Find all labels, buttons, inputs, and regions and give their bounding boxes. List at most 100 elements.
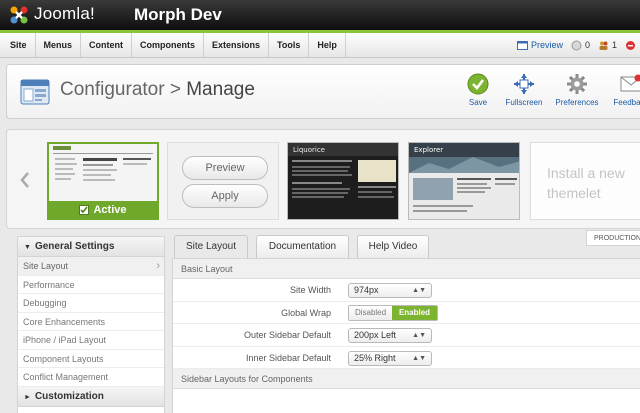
global-wrap-enabled-option[interactable]: Enabled: [392, 305, 437, 320]
logout-icon[interactable]: [625, 40, 636, 51]
outer-sidebar-value: 200px Left: [354, 330, 397, 340]
themelet-hover-card: Preview Apply: [167, 142, 279, 220]
preferences-button[interactable]: Preferences: [550, 73, 604, 107]
field-row-site-width: Site Width 974px ▲▼: [173, 279, 640, 302]
chevron-right-icon: ›: [156, 260, 160, 272]
section-sidebar-layouts: Sidebar Layouts for Components: [173, 369, 640, 389]
sidebar-item-label: iPhone / iPad Layout: [23, 335, 107, 345]
tab-documentation[interactable]: Documentation: [256, 235, 349, 258]
inner-sidebar-select[interactable]: 25% Right ▲▼: [348, 350, 432, 366]
section-basic-layout: Basic Layout: [173, 259, 640, 279]
users-icon: [599, 41, 608, 50]
tab-help-video[interactable]: Help Video: [357, 235, 429, 258]
sidebar-item-conflict-management[interactable]: Conflict Management: [18, 368, 164, 387]
users-status[interactable]: 1: [598, 40, 617, 51]
select-arrows-icon: ▲▼: [412, 354, 426, 362]
gear-icon: [567, 74, 587, 94]
themelet-vanilla-preview: [49, 144, 157, 201]
tab-site-layout[interactable]: Site Layout: [174, 235, 248, 258]
themelet-explorer[interactable]: Explorer: [408, 142, 520, 220]
production-tab[interactable]: PRODUCTION: [586, 230, 640, 246]
fullscreen-icon: [514, 74, 534, 94]
sidebar-section-general[interactable]: ▼ General Settings: [18, 237, 164, 257]
themelet-apply-button[interactable]: Apply: [182, 184, 268, 208]
field-row-inner-sidebar: Inner Sidebar Default 25% Right ▲▼: [173, 347, 640, 369]
sidebar-item-core-enhancements[interactable]: Core Enhancements: [18, 313, 164, 331]
mail-icon: [620, 74, 640, 92]
sidebar-item-label: Performance: [23, 279, 75, 290]
inner-sidebar-value: 25% Right: [354, 352, 396, 363]
feedback-button[interactable]: Feedback: [604, 73, 640, 107]
sidebar-section-general-label: General Settings: [34, 241, 115, 252]
themelet-explorer-preview: Explorer: [409, 143, 519, 219]
active-badge: Active: [49, 201, 157, 218]
outer-sidebar-select[interactable]: 200px Left ▲▼: [348, 328, 432, 343]
page-title: Configurator > Manage: [60, 79, 255, 101]
page-title-separator: >: [169, 79, 181, 100]
menu-list: Site Menus Content Components Extensions…: [0, 33, 346, 57]
site-width-value: 974px: [354, 285, 379, 295]
themelet-vanilla[interactable]: Active: [47, 142, 159, 220]
page-toolbar: Configurator > Manage Save Fullscreen Pr…: [6, 64, 640, 119]
sidebar-item-label: Conflict Management: [23, 372, 109, 382]
global-wrap-label: Global Wrap: [281, 307, 331, 318]
sidebar-item-label: Debugging: [23, 298, 67, 308]
inner-sidebar-label: Inner Sidebar Default: [245, 352, 331, 363]
messages-status[interactable]: 0: [571, 40, 590, 51]
main-menubar: Site Menus Content Components Extensions…: [0, 30, 640, 58]
sidebar-item-iphone-ipad-layout[interactable]: iPhone / iPad Layout: [18, 331, 164, 350]
preview-icon: [516, 40, 528, 50]
menu-components[interactable]: Components: [132, 33, 205, 57]
sidebar-item-site-layout[interactable]: Site Layout ›: [18, 257, 164, 276]
select-arrows-icon: ▲▼: [412, 332, 426, 339]
messages-icon: [571, 40, 582, 50]
menu-extensions[interactable]: Extensions: [204, 33, 270, 57]
check-icon: [467, 73, 489, 95]
site-width-select[interactable]: 974px ▲▼: [348, 283, 432, 298]
sidebar-item-label: Site Layout: [23, 261, 69, 271]
active-label: Active: [93, 203, 127, 216]
sidebar-item-debugging[interactable]: Debugging: [18, 294, 164, 313]
themelet-preview-button[interactable]: Preview: [182, 156, 268, 180]
fullscreen-button[interactable]: Fullscreen: [497, 73, 551, 107]
install-themelet-text: Install a new themelet: [547, 165, 625, 201]
themelet-liquorice[interactable]: Liquorice: [287, 142, 399, 220]
page-title-main: Manage: [186, 79, 255, 100]
joomla-logo-icon: [10, 6, 28, 24]
global-wrap-disabled-option[interactable]: Disabled: [349, 305, 393, 320]
select-arrows-icon: ▲▼: [412, 287, 426, 294]
outer-sidebar-label: Outer Sidebar Default: [243, 330, 331, 340]
sidebar-section-customization[interactable]: ► Customization: [18, 387, 164, 407]
preview-link[interactable]: Preview: [516, 40, 563, 51]
menu-content[interactable]: Content: [81, 33, 133, 57]
menu-tools[interactable]: Tools: [269, 33, 310, 57]
menu-menus[interactable]: Menus: [36, 33, 82, 57]
site-layout-panel: Basic Layout Site Width 974px ▲▼ Global …: [172, 258, 640, 413]
field-row-outer-sidebar: Outer Sidebar Default 200px Left ▲▼: [173, 324, 640, 347]
sidebar-item-component-layouts[interactable]: Component Layouts: [18, 350, 164, 368]
sidebar-item-label: Component Layouts: [23, 353, 104, 364]
users-count: 1: [611, 40, 617, 50]
chevron-left-icon: [20, 172, 29, 188]
install-themelet-card[interactable]: Install a new themelet: [530, 142, 640, 220]
preferences-label: Preferences: [555, 98, 599, 107]
global-wrap-toggle[interactable]: Disabled Enabled: [348, 304, 438, 321]
settings-sidebar: ▼ General Settings Site Layout › Performa…: [17, 236, 165, 413]
sidebar-section-customization-label: Customization: [34, 391, 104, 402]
site-width-label: Site Width: [289, 285, 331, 295]
field-row-global-wrap: Global Wrap Disabled Enabled: [173, 302, 640, 324]
collapsed-arrow-icon: ►: [24, 394, 31, 401]
messages-count: 0: [584, 40, 590, 50]
carousel-prev-button[interactable]: [9, 130, 41, 228]
configurator-icon: [20, 79, 50, 105]
admin-header: Joomla! Morph Dev: [0, 0, 640, 30]
preview-label: Preview: [530, 40, 563, 50]
menu-site[interactable]: Site: [0, 33, 36, 57]
menu-help[interactable]: Help: [309, 33, 346, 57]
save-label: Save: [468, 98, 488, 107]
sidebar-item-performance[interactable]: Performance: [18, 276, 164, 294]
expanded-arrow-icon: ▼: [24, 244, 31, 251]
site-title: Morph Dev: [134, 5, 222, 24]
active-check-icon: [79, 204, 90, 215]
joomla-logo-text: Joomla!: [34, 4, 95, 23]
